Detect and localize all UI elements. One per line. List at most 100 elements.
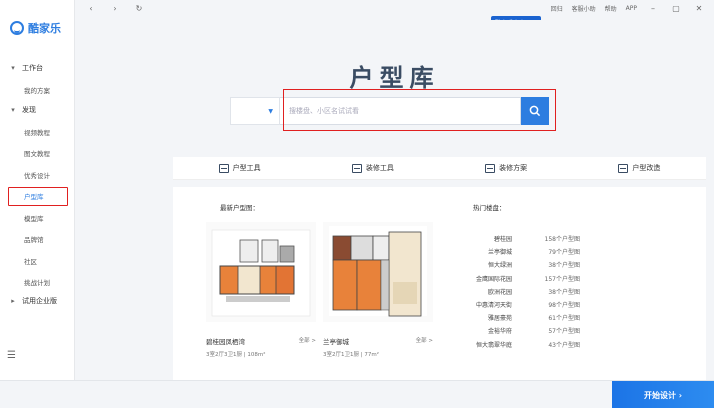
logo[interactable]: 酷家乐 [10, 20, 61, 36]
estate-name: 欧洲花园 [487, 288, 512, 296]
chevron-down-icon: ▾ [11, 64, 15, 72]
search-bar: ▼ [230, 97, 549, 125]
tool-design-scheme[interactable]: 装修方案 [440, 163, 573, 173]
estate-count: 61个户型图 [548, 315, 580, 323]
plan-card[interactable]: 兰亭御城 全部 > 3室2厅1卫1厨 | 77m² [323, 222, 433, 358]
estate-name: 雅居豪苑 [487, 315, 512, 323]
estate-count: 57个户型图 [548, 328, 580, 336]
main-content: 户型库 ▼ 户型工具 装修工具 装修方案 户型改造 [75, 20, 714, 380]
sidebar-item-my-designs[interactable]: 我的方案 [0, 79, 75, 101]
sidebar-item-brand-hall[interactable]: 品牌馆 [0, 229, 75, 251]
plan-more-link[interactable]: 全部 > [416, 336, 433, 346]
estate-name: 恒大绿洲 [487, 262, 512, 270]
list-item[interactable]: 中惠清河天街 98个户型图 [450, 298, 580, 311]
plan-title-row: 兰亭御城 全部 > [323, 336, 433, 346]
caret-down-icon: ▼ [268, 107, 273, 115]
nav-controls: ‹ › ↻ [85, 3, 145, 15]
minimize-icon[interactable]: – [646, 4, 660, 13]
estate-count: 38个户型图 [548, 262, 580, 270]
sidebar-item-text-tutorials[interactable]: 图文教程 [0, 143, 75, 165]
page-title: 户型库 [349, 64, 440, 92]
chevron-right-icon: ▸ [11, 297, 15, 305]
tool-label: 装修方案 [499, 164, 528, 172]
nav-head-label: 发现 [22, 106, 36, 114]
tool-label: 户型改造 [632, 164, 661, 172]
list-item[interactable]: 雅居豪苑 61个户型图 [450, 311, 580, 324]
list-item[interactable]: 欧洲花园 38个户型图 [450, 285, 580, 298]
assistant-button[interactable]: 客服小助 [572, 4, 596, 13]
tool-label: 装修工具 [365, 164, 394, 172]
estate-name: 碧桂园 [493, 236, 512, 244]
sidebar-item-featured-designs[interactable]: 优秀设计 [0, 164, 75, 186]
list-item[interactable]: 恒大翡翠华庭 43个户型图 [450, 338, 580, 351]
forward-icon[interactable]: › [109, 3, 121, 15]
nav-head-discover[interactable]: ▾ 发现 [0, 99, 75, 121]
estate-name: 兰亭御城 [487, 249, 512, 257]
estate-name: 恒大翡翠华庭 [475, 341, 512, 349]
content-panel: 最新户型图： 热门楼盘： 碧桂园凤栖湾 全部 > 3室2厅3卫1厨 | 108m… [173, 187, 706, 380]
list-item[interactable]: 金鹰国际花园 157个户型图 [450, 272, 580, 285]
hot-estates-list: 碧桂园 158个户型图 兰亭御城 79个户型图 恒大绿洲 38个户型图 金鹰国际花园 1… [450, 232, 580, 351]
sidebar-item-community[interactable]: 社区 [0, 250, 75, 272]
nav-head-workbench[interactable]: ▾ 工作台 [0, 57, 75, 79]
app-button[interactable]: APP [626, 5, 637, 12]
search-scope-select[interactable]: ▼ [230, 97, 280, 125]
plan-card[interactable]: 碧桂园凤栖湾 全部 > 3室2厅3卫1厨 | 108m² [206, 222, 316, 358]
plan-name[interactable]: 碧桂园凤栖湾 [206, 336, 245, 346]
renovation-tool-icon [618, 163, 629, 173]
logo-icon [10, 21, 24, 35]
back-icon[interactable]: ‹ [85, 3, 97, 15]
plan-name[interactable]: 兰亭御城 [323, 336, 349, 346]
plan-meta: 3室2厅1卫1厨 | 77m² [323, 352, 379, 358]
plan-meta: 3室2厅3卫1厨 | 108m² [206, 352, 266, 358]
tools-bar: 户型工具 装修工具 装修方案 户型改造 [173, 157, 706, 180]
nav-group-workbench: ▾ 工作台 我的方案 [0, 57, 75, 101]
estate-name: 中惠清河天街 [475, 302, 512, 310]
estate-count: 43个户型图 [548, 341, 580, 349]
estate-name: 金裕华府 [487, 328, 512, 336]
estate-count: 158个户型图 [544, 236, 580, 244]
hamburger-menu-icon[interactable]: ☰ [7, 350, 16, 361]
chevron-down-icon: ▾ [11, 106, 15, 114]
search-input[interactable] [280, 97, 521, 125]
list-item[interactable]: 碧桂园 158个户型图 [450, 232, 580, 245]
sidebar-item-video-tutorials[interactable]: 视频教程 [0, 121, 75, 143]
nav-group-enterprise: ▸ 试用企业版 [0, 290, 75, 312]
sidebar-item-floorplan-library[interactable]: 户型库 [0, 186, 75, 208]
tool-floorplan[interactable]: 户型工具 [173, 163, 306, 173]
search-icon [529, 105, 541, 117]
nav-head-enterprise[interactable]: ▸ 试用企业版 [0, 290, 75, 312]
latest-plans-label: 最新户型图： [220, 204, 259, 212]
hot-estates-label: 热门楼盘： [473, 204, 506, 212]
floorplan-tool-icon [218, 163, 229, 173]
titlebar: ‹ › ↻ 回归 客服小助 帮助 APP – ▢ ✕ [75, 0, 714, 20]
list-item[interactable]: 金裕华府 57个户型图 [450, 324, 580, 337]
tool-label: 户型工具 [232, 164, 261, 172]
image-icon [485, 163, 496, 173]
nav-head-label: 试用企业版 [22, 297, 57, 305]
close-icon[interactable]: ✕ [692, 4, 706, 13]
tool-decoration[interactable]: 装修工具 [306, 163, 439, 173]
sidebar-item-model-library[interactable]: 模型库 [0, 207, 75, 229]
help-button[interactable]: 帮助 [605, 4, 617, 13]
estate-name: 金鹰国际花园 [475, 275, 512, 283]
estate-count: 38个户型图 [548, 288, 580, 296]
decoration-tool-icon [351, 163, 362, 173]
plan-title-row: 碧桂园凤栖湾 全部 > [206, 336, 316, 346]
logo-text: 酷家乐 [28, 22, 61, 35]
maximize-icon[interactable]: ▢ [669, 4, 683, 13]
start-design-button[interactable]: 开始设计 › [612, 381, 714, 408]
tool-renovation[interactable]: 户型改造 [573, 163, 706, 173]
plan-more-link[interactable]: 全部 > [299, 336, 316, 346]
nav-group-discover: ▾ 发现 视频教程 图文教程 优秀设计 户型库 模型库 品牌馆 社区 挑战计划 [0, 99, 75, 293]
list-item[interactable]: 兰亭御城 79个户型图 [450, 245, 580, 258]
floorplan-image [206, 222, 316, 322]
list-item[interactable]: 恒大绿洲 38个户型图 [450, 258, 580, 271]
estate-count: 98个户型图 [548, 302, 580, 310]
search-button[interactable] [521, 97, 549, 125]
estate-count: 79个户型图 [548, 249, 580, 257]
refresh-icon[interactable]: ↻ [133, 3, 145, 15]
titlebar-actions: 回归 客服小助 帮助 APP – ▢ ✕ [551, 4, 706, 13]
footer-bar: 开始设计 › [0, 380, 714, 408]
feedback-button[interactable]: 回归 [551, 4, 563, 13]
